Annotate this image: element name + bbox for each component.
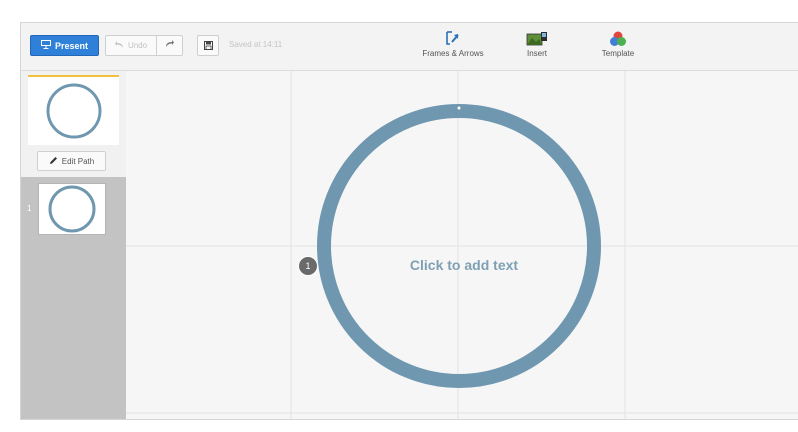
- undo-button[interactable]: Undo: [105, 35, 157, 56]
- frames-arrows-label: Frames & Arrows: [422, 49, 484, 58]
- toolbar: Present Undo Saved at 14:11 Frames & Arr…: [21, 23, 798, 71]
- present-button[interactable]: Present: [30, 35, 99, 56]
- app-window: Present Undo Saved at 14:11 Frames & Arr…: [20, 22, 798, 420]
- floppy-disk-icon: [203, 37, 213, 55]
- undo-label: Undo: [127, 41, 148, 50]
- insert-label: Insert: [526, 49, 547, 58]
- path-step-badge[interactable]: 1: [298, 256, 318, 276]
- canvas-drawing: [126, 71, 798, 419]
- sidebar: Edit Path 1: [21, 71, 126, 419]
- save-button[interactable]: [197, 35, 219, 56]
- palette-icon: [609, 29, 627, 49]
- click-to-add-text[interactable]: Click to add text: [378, 257, 550, 273]
- edit-path-label: Edit Path: [61, 156, 95, 166]
- projector-icon: [40, 40, 51, 51]
- frame-top-handle: [457, 106, 461, 110]
- canvas-grid: [126, 71, 798, 419]
- path-step-thumbnail[interactable]: [38, 183, 106, 235]
- frames-arrows-tool[interactable]: Frames & Arrows: [417, 29, 489, 67]
- template-tool[interactable]: Template: [595, 29, 641, 67]
- frames-arrows-icon: [444, 29, 462, 49]
- canvas[interactable]: Click to add text 1: [126, 71, 798, 419]
- insert-tool[interactable]: Insert: [517, 29, 557, 67]
- insert-image-icon: [526, 29, 548, 49]
- saved-status: Saved at 14:11: [229, 40, 283, 49]
- template-label: Template: [601, 49, 635, 58]
- undo-arrow-icon: [114, 40, 124, 51]
- step-number: 1: [27, 204, 32, 213]
- redo-arrow-icon: [165, 40, 174, 51]
- edit-path-button[interactable]: Edit Path: [37, 151, 106, 171]
- redo-button[interactable]: [157, 35, 183, 56]
- overview-thumbnail[interactable]: [28, 75, 119, 145]
- pencil-icon: [49, 156, 58, 167]
- present-label: Present: [54, 40, 89, 51]
- overview-panel: Edit Path: [21, 71, 126, 177]
